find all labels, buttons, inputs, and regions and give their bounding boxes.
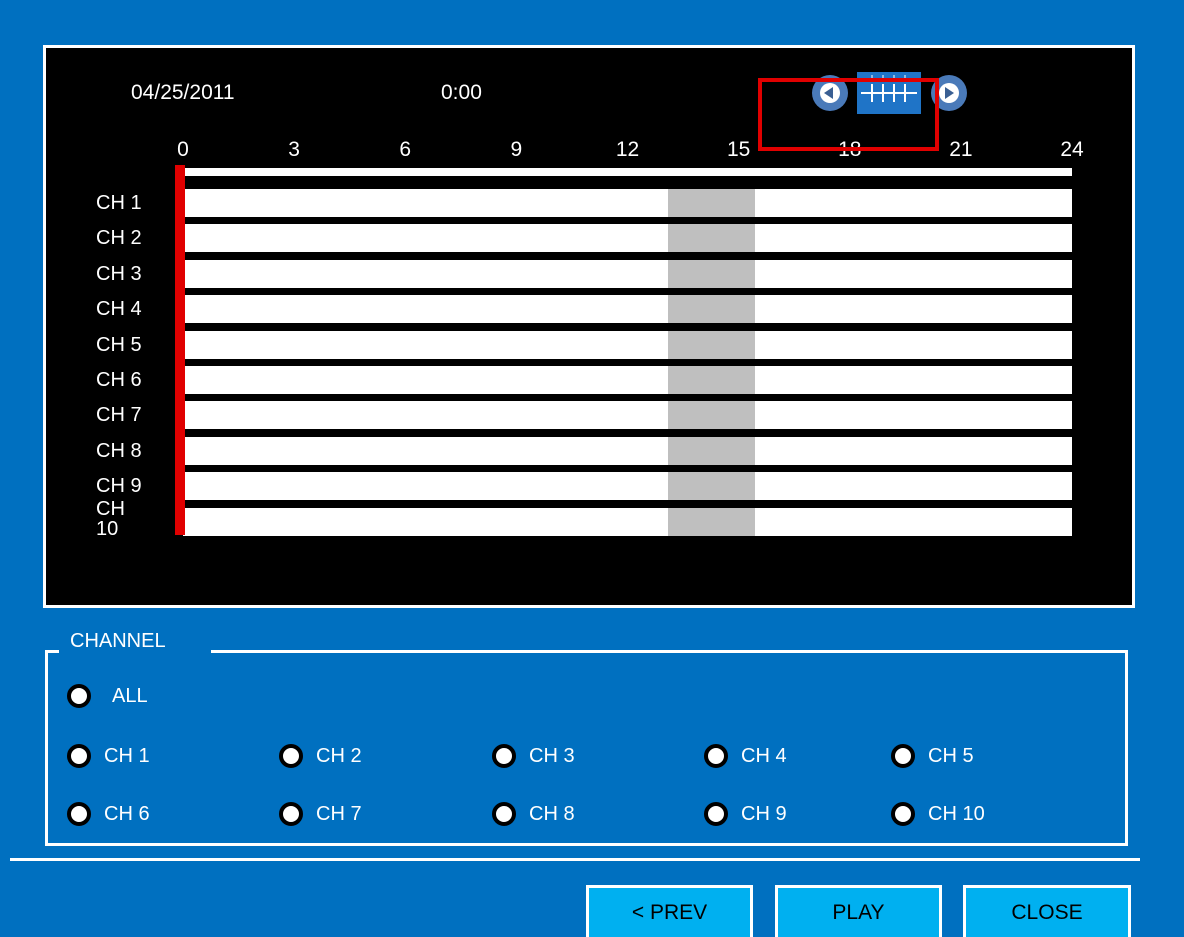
channel-label: CH 10: [96, 497, 125, 540]
play-button[interactable]: PLAY: [775, 885, 942, 937]
hour-tick-label: 0: [177, 138, 189, 161]
channel-timeline-bar[interactable]: [183, 295, 1072, 324]
radio-label: CH 7: [316, 802, 362, 825]
radio-ch8[interactable]: CH 8: [492, 802, 575, 826]
radio-ch5[interactable]: CH 5: [891, 744, 974, 768]
hour-tick-label: 6: [399, 138, 412, 161]
channel-timeline-bar[interactable]: [183, 472, 1072, 501]
radio-circle-icon[interactable]: [492, 744, 516, 768]
radio-label: CH 5: [928, 744, 974, 767]
channel-label: CH 7: [96, 404, 142, 427]
timeline-panel: 04/25/2011 0:00 0 3 6 9 12 15 18 21 24 CH 1 CH 2C…: [43, 45, 1135, 608]
recorded-segment[interactable]: [668, 366, 756, 394]
prev-button[interactable]: < PREV: [586, 885, 753, 937]
radio-circle-icon[interactable]: [67, 684, 91, 708]
highlight-box: [758, 78, 939, 151]
hour-tick-label: 9: [510, 138, 523, 161]
channel-timeline-bar[interactable]: [183, 507, 1072, 536]
radio-circle-icon[interactable]: [67, 744, 91, 768]
recorded-segment[interactable]: [668, 330, 756, 359]
channel-legend: CHANNEL: [70, 630, 166, 652]
hour-tick-label: 24: [1060, 138, 1084, 161]
hour-tick-label: 21: [949, 138, 973, 161]
hour-tick-label: 3: [288, 138, 300, 161]
playback-cursor[interactable]: [175, 165, 185, 535]
divider: [10, 858, 1140, 861]
radio-ch7[interactable]: CH 7: [279, 802, 362, 826]
radio-label: CH 2: [316, 744, 362, 767]
fieldset-border: [211, 650, 1128, 653]
recorded-segment[interactable]: [668, 507, 756, 536]
radio-circle-icon[interactable]: [67, 802, 91, 826]
recorded-segment[interactable]: [668, 224, 756, 253]
recorded-segment[interactable]: [668, 189, 756, 217]
hour-tick-label: 12: [615, 138, 640, 161]
channel-label: CH 1: [96, 192, 142, 214]
radio-circle-icon[interactable]: [704, 802, 728, 826]
radio-label: CH 4: [741, 744, 787, 767]
radio-circle-icon[interactable]: [891, 802, 915, 826]
radio-all[interactable]: ALL: [67, 684, 148, 708]
channel-timeline-bar[interactable]: [183, 401, 1072, 430]
channel-label: CH 9: [96, 475, 142, 498]
channel-timeline-bar[interactable]: [183, 189, 1072, 217]
channel-timeline-bar[interactable]: [183, 259, 1072, 288]
fieldset-border: [45, 650, 59, 653]
date-label: 04/25/2011: [131, 81, 235, 104]
channel-timeline-bar[interactable]: [183, 330, 1072, 359]
channel-label: CH 2: [96, 227, 142, 250]
radio-ch6[interactable]: CH 6: [67, 802, 150, 826]
radio-label: CH 8: [529, 802, 575, 825]
channel-timeline-bar[interactable]: [183, 224, 1072, 253]
radio-circle-icon[interactable]: [891, 744, 915, 768]
radio-ch2[interactable]: CH 2: [279, 744, 362, 768]
timeline-scale-bar[interactable]: [176, 168, 1072, 176]
radio-label: CH 10: [928, 802, 985, 825]
close-button[interactable]: CLOSE: [963, 885, 1131, 937]
radio-ch1[interactable]: CH 1: [67, 744, 150, 768]
channel-label: CH 4: [96, 298, 142, 321]
channel-label: CH 5: [96, 333, 142, 356]
channel-timeline-bar[interactable]: [183, 366, 1072, 394]
radio-label: ALL: [112, 684, 148, 707]
radio-label: CH 1: [104, 744, 150, 767]
radio-ch4[interactable]: CH 4: [704, 744, 787, 768]
recorded-segment[interactable]: [668, 401, 756, 430]
radio-ch3[interactable]: CH 3: [492, 744, 575, 768]
channel-label: CH 6: [96, 369, 142, 391]
channel-label: CH 8: [96, 439, 142, 462]
radio-label: CH 9: [741, 802, 787, 825]
recorded-segment[interactable]: [668, 472, 756, 501]
channel-label: CH 3: [96, 262, 142, 285]
radio-label: CH 6: [104, 802, 150, 825]
radio-circle-icon[interactable]: [279, 802, 303, 826]
time-label: 0:00: [441, 81, 482, 104]
recorded-segment[interactable]: [668, 295, 756, 324]
hour-tick-label: 15: [726, 138, 751, 161]
radio-ch9[interactable]: CH 9: [704, 802, 787, 826]
radio-label: CH 3: [529, 744, 575, 767]
recorded-segment[interactable]: [668, 259, 756, 288]
channel-timeline-bar[interactable]: [183, 436, 1072, 465]
recorded-segment[interactable]: [668, 436, 756, 465]
radio-circle-icon[interactable]: [492, 802, 516, 826]
radio-circle-icon[interactable]: [704, 744, 728, 768]
radio-circle-icon[interactable]: [279, 744, 303, 768]
radio-ch10[interactable]: CH 10: [891, 802, 985, 826]
